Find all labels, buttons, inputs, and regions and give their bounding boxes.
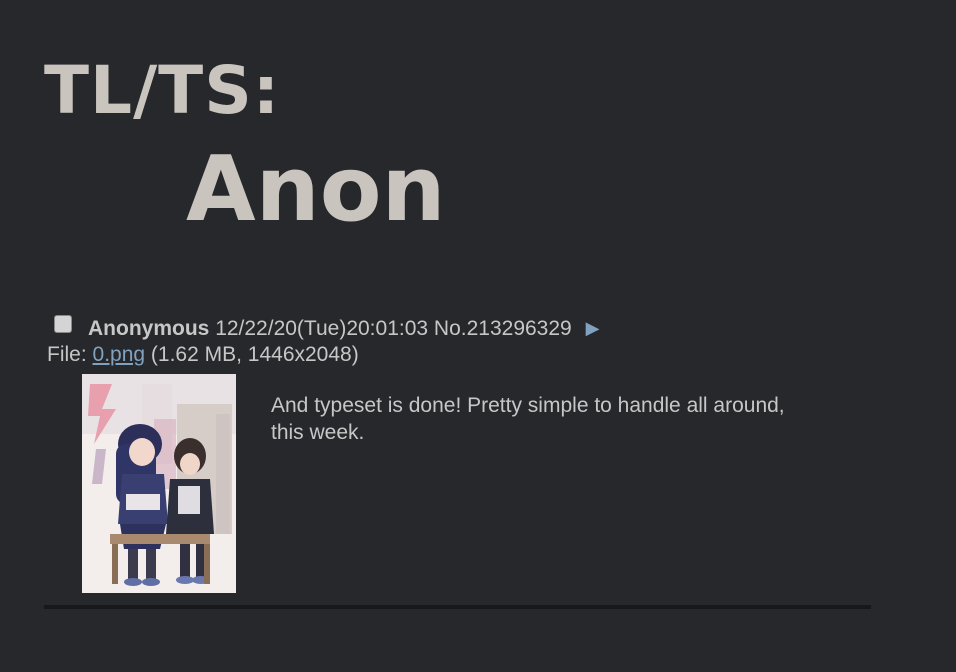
poster-name: Anonymous — [88, 317, 210, 340]
triangle-right-icon: ▶ — [585, 318, 600, 338]
file-label: File: — [47, 343, 93, 366]
post-datetime: 12/22/20(Tue)20:01:03 — [215, 317, 429, 340]
file-info: File: 0.png (1.62 MB, 1446x2048) — [47, 342, 359, 368]
post-divider — [44, 605, 871, 609]
post-menu-button[interactable]: ▶ — [586, 315, 600, 341]
file-thumbnail[interactable] — [82, 374, 236, 593]
post-select-checkbox[interactable] — [54, 315, 72, 333]
post-header: Anonymous 12/22/20(Tue)20:01:03 No.21329… — [88, 315, 599, 342]
post-number-link[interactable]: No.213296329 — [434, 317, 572, 340]
manga-cover-image — [82, 374, 236, 593]
post: Anonymous 12/22/20(Tue)20:01:03 No.21329… — [0, 0, 956, 672]
file-details: (1.62 MB, 1446x2048) — [145, 343, 359, 366]
post-message: And typeset is done! Pretty simple to ha… — [271, 394, 785, 444]
file-link[interactable]: 0.png — [93, 343, 146, 366]
